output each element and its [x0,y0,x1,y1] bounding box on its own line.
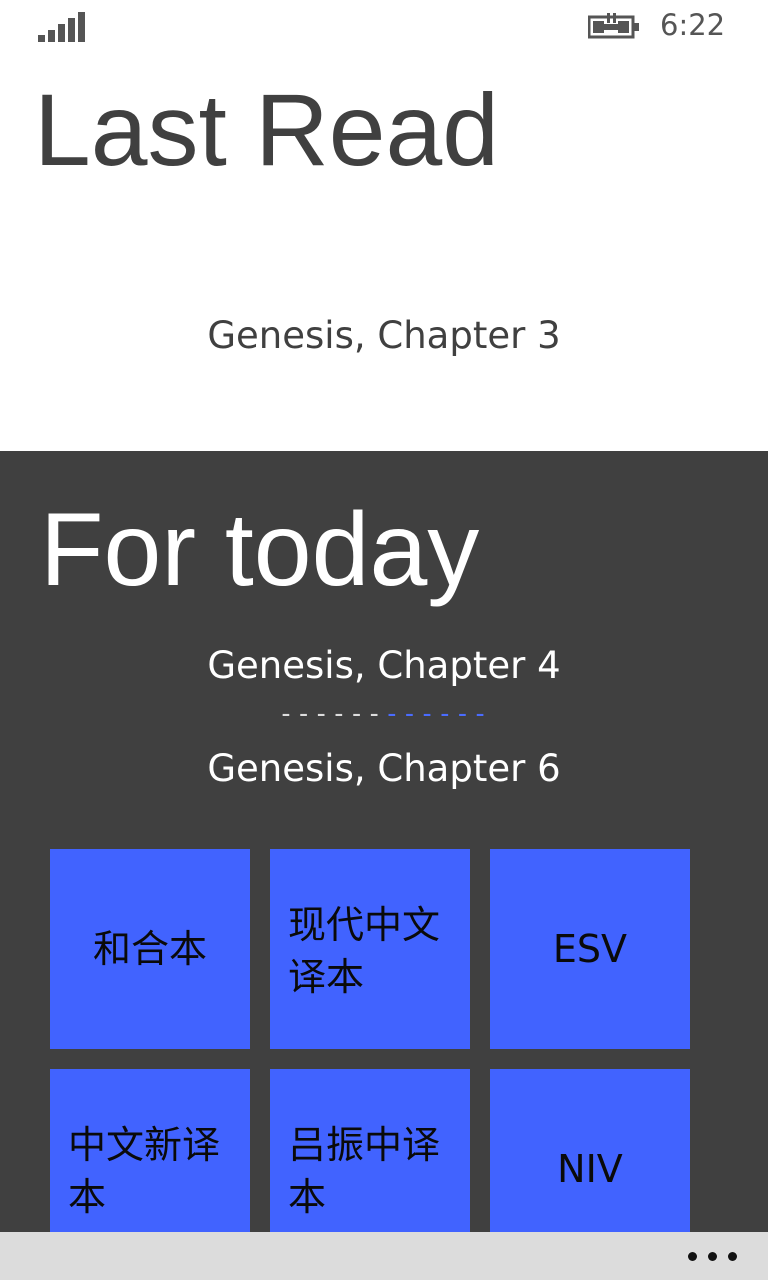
version-tile-cnv[interactable]: 中文新译本 [50,1069,250,1232]
version-tile-label: 中文新译本 [68,1123,221,1219]
for-today-title: For today [40,492,480,608]
today-start-chapter[interactable]: Genesis, Chapter 4 [0,644,768,687]
today-end-chapter[interactable]: Genesis, Chapter 6 [0,747,768,790]
battery-charging-icon [587,12,640,40]
more-options-icon[interactable] [688,1242,738,1270]
version-tile-cuv[interactable]: 和合本 [50,849,250,1049]
version-tile-label: 现代中文译本 [288,903,441,999]
version-tile-niv[interactable]: NIV [490,1069,690,1232]
version-tile-label: 和合本 [92,927,207,971]
divider-read-part: ------ [278,699,384,729]
status-bar: 6:22 [0,0,768,56]
clock: 6:22 [660,8,726,42]
last-read-chapter-link[interactable]: Genesis, Chapter 3 [0,314,768,357]
version-tile-lzz[interactable]: 吕振中译本 [270,1069,470,1232]
version-tile-esv[interactable]: ESV [490,849,690,1049]
reading-progress-divider: ------------ [0,701,768,727]
version-tile-label: 吕振中译本 [288,1123,441,1219]
divider-remaining-part: ------ [384,699,490,729]
signal-strength-icon [38,10,86,42]
version-tile-label: NIV [557,1147,623,1191]
for-today-panel: For today Genesis, Chapter 4 -----------… [0,451,768,1232]
app-bar [0,1232,768,1280]
version-tile-tcv[interactable]: 现代中文译本 [270,849,470,1049]
last-read-title: Last Read [34,73,499,187]
version-tile-label: ESV [552,927,628,971]
